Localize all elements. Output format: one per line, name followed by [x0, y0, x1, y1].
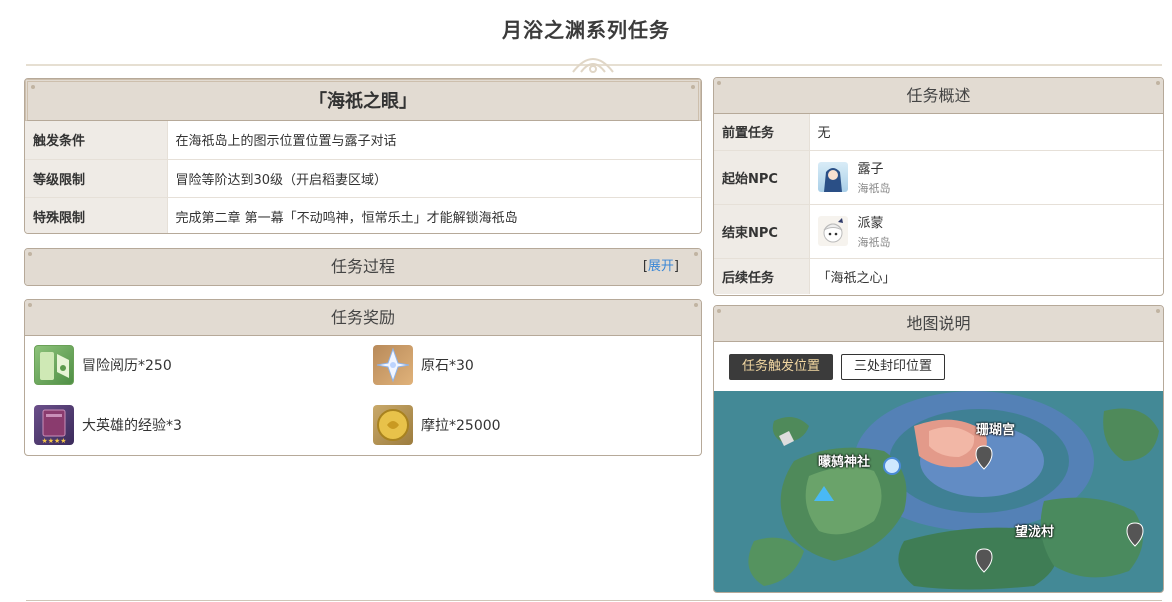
next-quest-label: 后续任务 — [714, 257, 810, 294]
quest-info-panel: 「海祇之眼」 触发条件 在海祇岛上的图示位置位置与露子对话 等级限制 冒险等阶达… — [24, 78, 702, 234]
level-label: 等级限制 — [25, 158, 168, 197]
rewards-panel: 任务奖励 冒险阅历*250 原石*30 ★★★★ 大英雄的经验*3 摩拉*250… — [24, 299, 702, 456]
rewards-title: 任务奖励 — [25, 300, 701, 336]
table-row: 触发条件 在海祇岛上的图示位置位置与露子对话 — [25, 121, 701, 159]
reward-item[interactable]: 原石*30 — [373, 345, 474, 385]
process-header: 任务过程 [展开] — [25, 249, 701, 285]
map-label-palace: 珊瑚宫 — [976, 423, 1016, 438]
overview-table: 前置任务 无 起始NPC 露子 海祇岛 结束NPC 派蒙 海祇岛 后续任务 「海… — [714, 114, 1163, 294]
table-row: 起始NPC 露子 海祇岛 — [714, 149, 1164, 204]
special-label: 特殊限制 — [25, 196, 168, 233]
prereq-label: 前置任务 — [714, 114, 810, 150]
map-panel: 地图说明 任务触发位置 三处封印位置 曚鸫神社 珊瑚宫 望泷村 — [713, 305, 1164, 593]
table-row: 特殊限制 完成第二章 第一幕「不动鸣神，恒常乐土」才能解锁海祇岛 — [25, 196, 701, 233]
special-value: 完成第二章 第一幕「不动鸣神，恒常乐土」才能解锁海祇岛 — [167, 196, 701, 233]
end-npc-cell: 派蒙 海祇岛 — [809, 203, 1164, 258]
npc-name: 露子 — [857, 162, 884, 177]
map-tabs: 任务触发位置 三处封印位置 — [729, 354, 946, 380]
map-image[interactable]: 曚鸫神社 珊瑚宫 望泷村 — [714, 391, 1163, 592]
reward-item[interactable]: 冒险阅历*250 — [34, 345, 172, 385]
heros-wit-icon: ★★★★ — [34, 405, 74, 445]
table-row: 等级限制 冒险等阶达到30级（开启稻妻区域） — [25, 158, 701, 197]
map-graphic — [714, 391, 1163, 592]
npc-name: 派蒙 — [857, 216, 884, 231]
end-npc[interactable]: 派蒙 海祇岛 — [817, 212, 1164, 250]
avatar — [817, 162, 848, 192]
map-label-village: 望泷村 — [1015, 525, 1055, 540]
quest-info-table: 触发条件 在海祇岛上的图示位置位置与露子对话 等级限制 冒险等阶达到30级（开启… — [25, 121, 701, 233]
svg-text:★★★★: ★★★★ — [41, 437, 66, 445]
map-title: 地图说明 — [714, 306, 1163, 342]
bottom-divider — [26, 600, 1162, 601]
next-quest-value[interactable]: 「海祇之心」 — [809, 257, 1163, 294]
expand-toggle: [展开] — [643, 249, 679, 285]
table-row: 结束NPC 派蒙 海祇岛 — [714, 203, 1164, 258]
reward-label: 冒险阅历*250 — [82, 358, 172, 374]
primogem-icon — [373, 345, 413, 385]
overview-title: 任务概述 — [714, 78, 1163, 114]
reward-item[interactable]: ★★★★ 大英雄的经验*3 — [34, 405, 182, 445]
expand-bracket-close: ] — [673, 259, 679, 274]
npc-location: 海祇岛 — [857, 236, 891, 249]
quest-process-panel: 任务过程 [展开] — [24, 248, 702, 286]
process-title: 任务过程 — [330, 257, 395, 276]
avatar — [817, 216, 848, 246]
prereq-value: 无 — [809, 114, 1163, 150]
tab-trigger-location[interactable]: 任务触发位置 — [729, 354, 834, 380]
reward-label: 大英雄的经验*3 — [82, 418, 182, 434]
reward-label: 原石*30 — [421, 358, 474, 374]
npc-location: 海祇岛 — [857, 182, 891, 195]
table-row: 前置任务 无 — [714, 114, 1163, 150]
tab-seal-locations[interactable]: 三处封印位置 — [841, 354, 946, 380]
quest-title: 「海祇之眼」 — [25, 79, 701, 121]
title-ornament-icon — [572, 58, 614, 73]
level-value: 冒险等阶达到30级（开启稻妻区域） — [167, 158, 701, 197]
adventure-exp-icon — [34, 345, 74, 385]
start-npc-cell: 露子 海祇岛 — [809, 149, 1164, 204]
table-row: 后续任务 「海祇之心」 — [714, 257, 1163, 294]
expand-link[interactable]: 展开 — [648, 259, 674, 274]
start-npc[interactable]: 露子 海祇岛 — [817, 158, 1164, 196]
end-npc-label: 结束NPC — [714, 203, 810, 258]
reward-item[interactable]: 摩拉*25000 — [373, 405, 501, 445]
trigger-value: 在海祇岛上的图示位置位置与露子对话 — [167, 121, 701, 159]
reward-label: 摩拉*25000 — [421, 418, 501, 434]
quest-overview-panel: 任务概述 前置任务 无 起始NPC 露子 海祇岛 结束NPC 派蒙 海祇岛 后续… — [713, 77, 1164, 296]
trigger-label: 触发条件 — [25, 121, 168, 159]
start-npc-label: 起始NPC — [714, 149, 810, 204]
page-title: 月浴之渊系列任务 — [502, 18, 670, 42]
mora-icon — [373, 405, 413, 445]
map-label-shrine: 曚鸫神社 — [818, 455, 871, 470]
